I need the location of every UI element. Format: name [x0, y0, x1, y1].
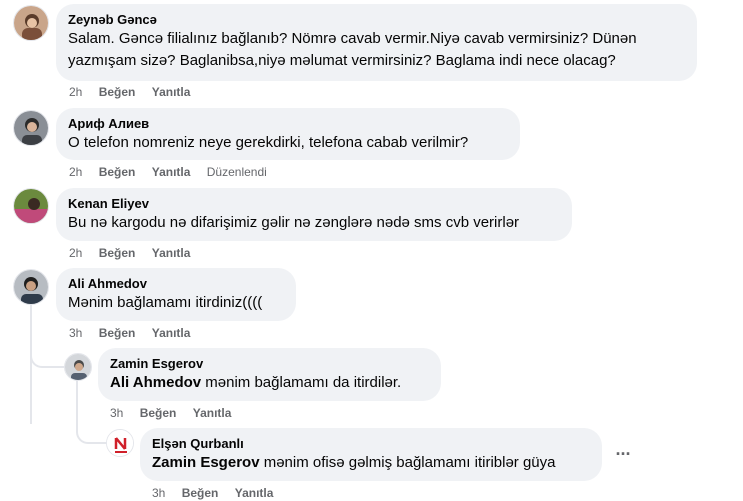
avatar[interactable] [106, 429, 134, 457]
thread-line [76, 380, 78, 420]
comment-text: Ali Ahmedov mənim bağlamamı da itirdilər… [110, 372, 429, 394]
like-button[interactable]: Beğen [99, 165, 136, 179]
comment-bubble: Ариф Алиев O telefon nomreniz neye gerek… [56, 108, 520, 160]
comment-bubble: Elşən Qurbanlı Zamin Esgerov mənim ofisə… [140, 428, 602, 481]
comment-time[interactable]: 2h [69, 85, 82, 99]
comment-time[interactable]: 3h [110, 406, 123, 420]
comment-author[interactable]: Kenan Eliyev [68, 195, 560, 212]
mention-link[interactable]: Ali Ahmedov [110, 374, 201, 391]
reply-button[interactable]: Yanıtla [152, 326, 191, 340]
comment-time[interactable]: 3h [69, 326, 82, 340]
comment-author[interactable]: Zeynəb Gəncə [68, 11, 685, 28]
like-button[interactable]: Beğen [99, 246, 136, 260]
comment-text: yazmışam sizə? Baglanibsa,niyə məlumat v… [68, 52, 616, 69]
comment-bubble: Ali Ahmedov Mənim bağlamamı itirdiniz(((… [56, 268, 296, 321]
avatar[interactable] [13, 269, 49, 305]
comment-text-body: mənim bağlamamı da itirdilər. [201, 374, 402, 391]
like-button[interactable]: Beğen [99, 85, 136, 99]
comment-author[interactable]: Elşən Qurbanlı [152, 435, 590, 452]
comment-time[interactable]: 3h [152, 486, 165, 500]
avatar[interactable] [64, 353, 92, 381]
comment-author[interactable]: Ali Ahmedov [68, 275, 284, 292]
comment-text: Zamin Esgerov mənim ofisə gəlmiş bağlama… [152, 452, 590, 474]
comment-actions: 2h Beğen Yanıtla Düzenlendi [69, 164, 280, 180]
comment-bubble: Zeynəb Gəncə Salam. Gəncə filialınız bağ… [56, 4, 697, 81]
thread-line [30, 304, 32, 424]
like-button[interactable]: Beğen [99, 326, 136, 340]
comment-time[interactable]: 2h [69, 246, 82, 260]
avatar[interactable] [13, 5, 49, 41]
comment-bubble: Zamin Esgerov Ali Ahmedov mənim bağlamam… [98, 348, 441, 401]
comment-text: Salam. Gəncə filialınız bağlanıb? Nömrə … [68, 30, 637, 47]
comment-text: Mənim bağlamamı itirdiniz(((( [68, 294, 263, 311]
comment-actions: 2h Beğen Yanıtla [69, 245, 203, 261]
reply-button[interactable]: Yanıtla [152, 165, 191, 179]
edited-label[interactable]: Düzenlendi [207, 165, 267, 179]
comment-actions: 3h Beğen Yanıtla [69, 325, 203, 341]
comment-author[interactable]: Ариф Алиев [68, 115, 508, 132]
comment-text: Bu nə kargodu nə difarişimiz gəlir nə zə… [68, 214, 520, 231]
like-button[interactable]: Beğen [182, 486, 219, 500]
comment-actions: 2h Beğen Yanıtla [69, 84, 203, 100]
comment-actions: 3h Beğen Yanıtla [152, 485, 286, 501]
avatar[interactable] [13, 110, 49, 146]
reply-button[interactable]: Yanıtla [152, 85, 191, 99]
comment-actions: 3h Beğen Yanıtla [110, 405, 244, 421]
more-options-icon[interactable]: ··· [610, 443, 636, 469]
comment-author[interactable]: Zamin Esgerov [110, 355, 429, 372]
mention-link[interactable]: Zamin Esgerov [152, 454, 260, 471]
reply-button[interactable]: Yanıtla [193, 406, 232, 420]
comment-time[interactable]: 2h [69, 165, 82, 179]
thread-curve [30, 342, 66, 368]
thread-curve [76, 418, 106, 444]
comment-text: O telefon nomreniz neye gerekdirki, tele… [68, 134, 469, 151]
comment-bubble: Kenan Eliyev Bu nə kargodu nə difarişimi… [56, 188, 572, 241]
reply-button[interactable]: Yanıtla [235, 486, 274, 500]
reply-button[interactable]: Yanıtla [152, 246, 191, 260]
comment-text-body: mənim ofisə gəlmiş bağlamamı itiriblər g… [259, 454, 556, 471]
like-button[interactable]: Beğen [140, 406, 177, 420]
avatar[interactable] [13, 188, 49, 224]
